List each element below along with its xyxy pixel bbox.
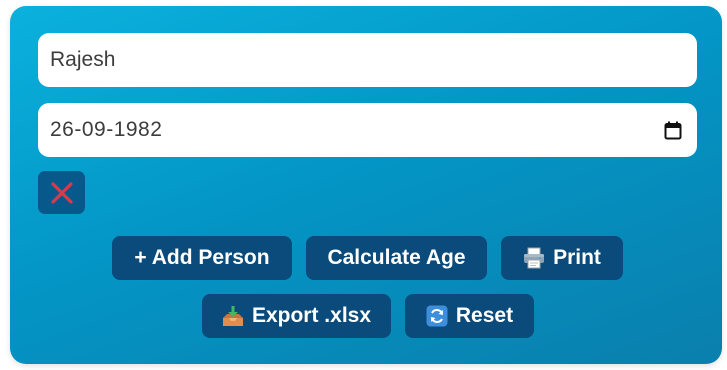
add-person-label: + Add Person — [134, 246, 270, 269]
printer-icon — [523, 247, 545, 269]
reset-label: Reset — [455, 304, 514, 327]
calendar-icon[interactable] — [661, 118, 685, 142]
calculate-age-button[interactable]: Calculate Age — [306, 236, 487, 280]
refresh-icon — [426, 305, 448, 327]
print-label: Print — [553, 246, 601, 269]
print-button[interactable]: Print — [501, 236, 623, 280]
dob-input[interactable]: 26-09-1982 — [50, 118, 661, 142]
age-calculator-card: 26-09-1982 + Add Person Calculate Age — [10, 6, 722, 364]
export-xlsx-button[interactable]: Export .xlsx — [202, 294, 391, 338]
dob-field-container: 26-09-1982 — [38, 103, 697, 157]
export-label: Export .xlsx — [251, 304, 372, 327]
close-x-icon — [50, 181, 73, 204]
name-input[interactable] — [50, 48, 685, 72]
reset-button[interactable]: Reset — [405, 294, 534, 338]
name-field-container — [38, 33, 697, 87]
remove-person-button[interactable] — [38, 171, 85, 214]
inbox-tray-icon — [222, 305, 244, 327]
calculate-age-label: Calculate Age — [327, 246, 466, 269]
add-person-button[interactable]: + Add Person — [112, 236, 292, 280]
